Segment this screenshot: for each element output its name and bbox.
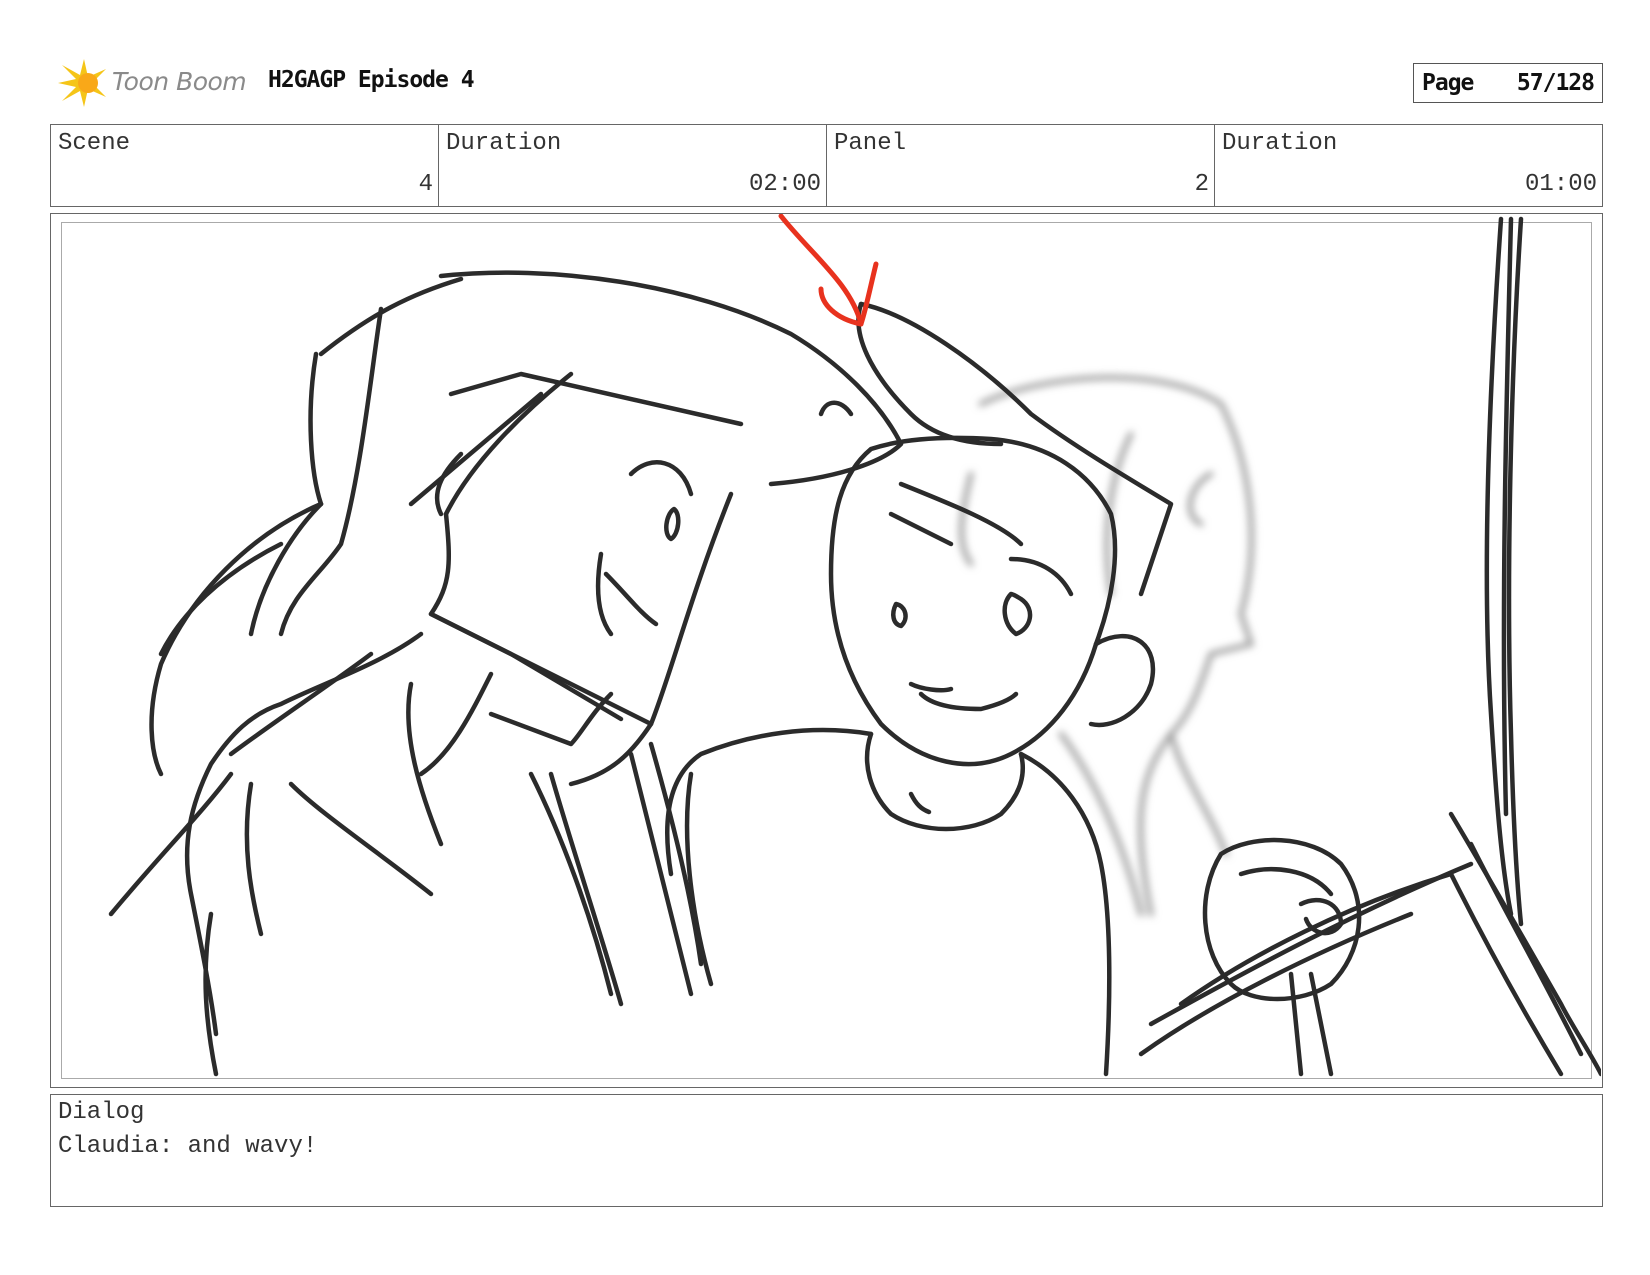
scene-duration-label: Duration: [446, 130, 562, 157]
scene-duration-cell: Duration 02:00: [439, 125, 827, 206]
panel-info-row: Scene 4 Duration 02:00 Panel 2 Duration …: [50, 124, 1603, 207]
background-figure: [959, 375, 1255, 917]
panel-cell: Panel 2: [827, 125, 1215, 206]
storyboard-sketch: [108, 214, 1601, 1077]
storyboard-panel: [50, 213, 1603, 1088]
logo-burst-icon: [58, 59, 106, 107]
scene-cell: Scene 4: [51, 125, 439, 206]
page-header: Toon Boom H2GAGP Episode 4 Page 57/128: [50, 55, 1603, 110]
page-number: 57/128: [1516, 70, 1595, 96]
panel-duration-cell: Duration 01:00: [1215, 125, 1602, 206]
dialog-label: Dialog: [58, 1099, 145, 1126]
character-sketch-lines: [108, 216, 1601, 1077]
episode-title: H2GAGP Episode 4: [268, 67, 475, 93]
logo-text: Toon Boom: [112, 67, 247, 96]
panel-duration-label: Duration: [1222, 130, 1338, 157]
toon-boom-logo: Toon Boom: [54, 57, 264, 109]
dialog-box: Dialog Claudia: and wavy!: [50, 1094, 1603, 1207]
scene-duration-value: 02:00: [748, 171, 821, 198]
scene-value: 4: [418, 171, 433, 198]
page-indicator: Page 57/128: [1413, 63, 1603, 103]
page-label: Page: [1422, 70, 1474, 96]
panel-duration-value: 01:00: [1524, 171, 1597, 198]
dialog-text: Claudia: and wavy!: [58, 1133, 318, 1160]
scene-label: Scene: [58, 130, 131, 157]
panel-label: Panel: [834, 130, 907, 157]
panel-value: 2: [1194, 171, 1209, 198]
